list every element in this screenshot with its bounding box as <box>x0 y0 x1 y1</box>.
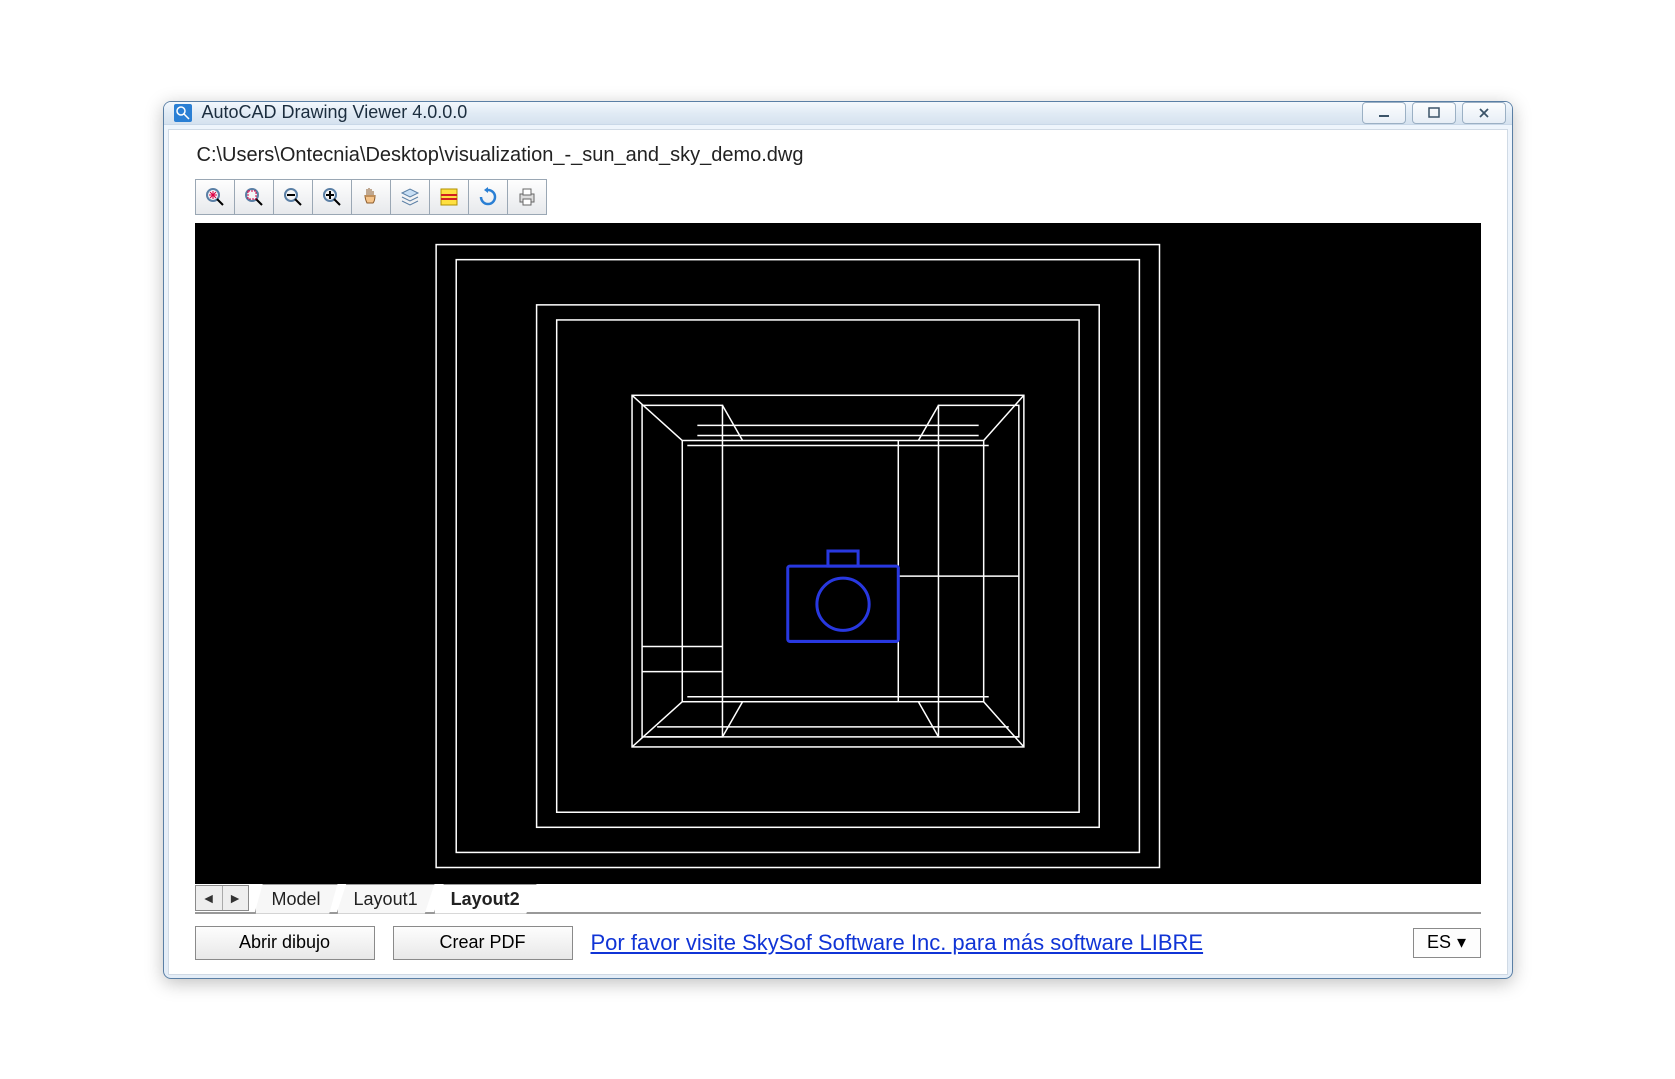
app-window: AutoCAD Drawing Viewer 4.0.0.0 C:\Users\… <box>163 101 1513 979</box>
pan-button[interactable] <box>351 179 391 215</box>
properties-icon <box>437 185 461 209</box>
window-controls <box>1362 102 1506 124</box>
layout-tabstrip: ◄ ► Model Layout1 Layout2 <box>195 884 1481 914</box>
zoom-in-button[interactable] <box>312 179 352 215</box>
cad-wireframe <box>195 223 1481 884</box>
client-area: C:\Users\Ontecnia\Desktop\visualization_… <box>168 129 1508 975</box>
properties-button[interactable] <box>429 179 469 215</box>
print-button[interactable] <box>507 179 547 215</box>
maximize-button[interactable] <box>1412 102 1456 124</box>
open-drawing-button[interactable]: Abrir dibujo <box>195 926 375 960</box>
language-select[interactable]: ES ▾ <box>1413 928 1481 958</box>
zoom-extents-icon <box>203 185 227 209</box>
tab-layout2[interactable]: Layout2 <box>434 884 537 914</box>
camera-icon <box>787 551 898 641</box>
pan-icon <box>359 185 383 209</box>
zoom-out-button[interactable] <box>273 179 313 215</box>
layers-button[interactable] <box>390 179 430 215</box>
tab-nav: ◄ ► <box>195 885 249 911</box>
tab-prev-button[interactable]: ◄ <box>196 886 222 910</box>
zoom-extents-button[interactable] <box>195 179 235 215</box>
minimize-button[interactable] <box>1362 102 1406 124</box>
zoom-in-icon <box>320 185 344 209</box>
refresh-icon <box>476 185 500 209</box>
language-value: ES <box>1427 932 1451 953</box>
zoom-window-button[interactable] <box>234 179 274 215</box>
refresh-button[interactable] <box>468 179 508 215</box>
close-button[interactable] <box>1462 102 1506 124</box>
layers-icon <box>398 185 422 209</box>
zoom-window-icon <box>242 185 266 209</box>
tab-model[interactable]: Model <box>255 884 338 914</box>
promo-link[interactable]: Por favor visite SkySof Software Inc. pa… <box>591 930 1395 956</box>
toolbar <box>187 179 1489 223</box>
bottom-bar: Abrir dibujo Crear PDF Por favor visite … <box>187 914 1489 960</box>
print-icon <box>515 185 539 209</box>
title-bar: AutoCAD Drawing Viewer 4.0.0.0 <box>164 102 1512 125</box>
drawing-canvas[interactable] <box>195 223 1481 884</box>
window-title: AutoCAD Drawing Viewer 4.0.0.0 <box>202 102 1362 123</box>
tab-next-button[interactable]: ► <box>222 886 248 910</box>
chevron-down-icon: ▾ <box>1457 932 1466 953</box>
zoom-out-icon <box>281 185 305 209</box>
create-pdf-button[interactable]: Crear PDF <box>393 926 573 960</box>
app-icon <box>172 102 194 124</box>
file-path-label: C:\Users\Ontecnia\Desktop\visualization_… <box>187 142 1489 179</box>
tab-layout1[interactable]: Layout1 <box>337 884 435 914</box>
